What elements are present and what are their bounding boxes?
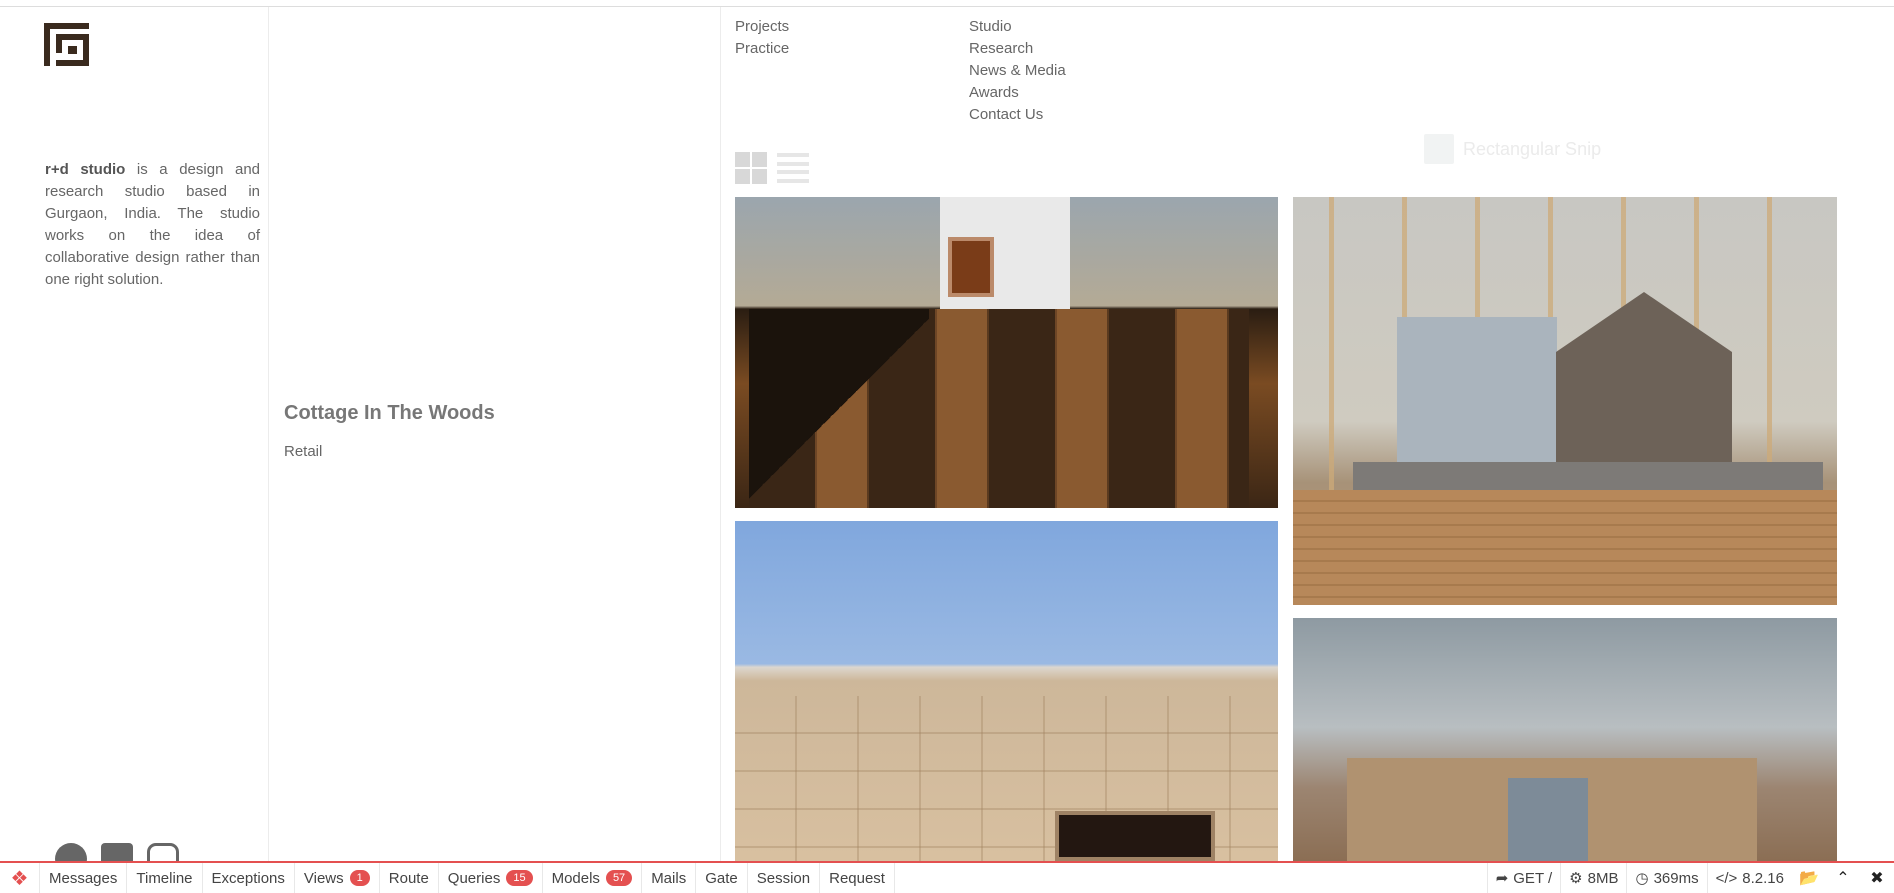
tab-label: Exceptions bbox=[211, 869, 285, 887]
studio-intro: r+d studio is a design and research stud… bbox=[45, 159, 260, 291]
tab-label: Request bbox=[829, 869, 885, 887]
project-image-tile[interactable] bbox=[1293, 618, 1837, 861]
studio-name: r+d studio bbox=[45, 161, 126, 178]
nav-studio[interactable]: Studio bbox=[969, 16, 1066, 38]
project-category: Retail bbox=[284, 443, 323, 460]
tab-label: Models bbox=[551, 869, 600, 887]
duration-text: 369ms bbox=[1653, 869, 1699, 887]
snip-icon bbox=[1424, 134, 1454, 164]
tab-exceptions[interactable]: Exceptions bbox=[203, 863, 295, 893]
nav-contact-us[interactable]: Contact Us bbox=[969, 104, 1066, 126]
nav-projects[interactable]: Projects bbox=[735, 16, 789, 38]
tab-label: Gate bbox=[705, 869, 738, 887]
studio-logo[interactable] bbox=[44, 23, 89, 66]
close-icon[interactable]: ✖ bbox=[1860, 863, 1894, 893]
tab-label: Mails bbox=[651, 869, 687, 887]
chevron-up-icon[interactable]: ⌃ bbox=[1826, 863, 1860, 893]
tab-messages[interactable]: Messages bbox=[40, 863, 128, 893]
tab-label: Session bbox=[756, 869, 811, 887]
list-view-icon[interactable] bbox=[777, 153, 809, 183]
nav-news-media[interactable]: News & Media bbox=[969, 60, 1066, 82]
tab-queries[interactable]: Queries 15 bbox=[439, 863, 543, 893]
request-duration[interactable]: ◷ 369ms bbox=[1626, 863, 1706, 893]
request-method-text: GET / bbox=[1513, 869, 1553, 887]
tab-models[interactable]: Models 57 bbox=[543, 863, 643, 893]
tab-timeline[interactable]: Timeline bbox=[127, 863, 203, 893]
snip-label: Rectangular Snip bbox=[1463, 138, 1602, 159]
tab-label: Timeline bbox=[136, 869, 193, 887]
grid-view-icon[interactable] bbox=[735, 152, 767, 184]
nav-practice[interactable]: Practice bbox=[735, 38, 789, 60]
share-arrow-icon: ➦ bbox=[1495, 870, 1509, 887]
php-version: </> 8.2.16 bbox=[1706, 863, 1792, 893]
debug-bar: ❖ Messages Timeline Exceptions Views 1 Ro… bbox=[0, 861, 1894, 893]
code-icon: </> bbox=[1715, 869, 1738, 887]
folder-open-icon[interactable]: 📂 bbox=[1792, 863, 1826, 893]
debug-bar-stats: ➦ GET / ⚙ 8MB ◷ 369ms </> 8.2.16 📂 ⌃ ✖ bbox=[1486, 863, 1894, 893]
memory-usage[interactable]: ⚙ 8MB bbox=[1560, 863, 1626, 893]
nav-awards[interactable]: Awards bbox=[969, 82, 1066, 104]
secondary-nav: Studio Research News & Media Awards Cont… bbox=[969, 16, 1066, 126]
version-text: 8.2.16 bbox=[1742, 869, 1784, 887]
tab-label: Queries bbox=[447, 869, 501, 887]
count-badge: 57 bbox=[605, 870, 633, 886]
tab-gate[interactable]: Gate bbox=[696, 863, 748, 893]
count-badge: 1 bbox=[349, 870, 370, 886]
project-title[interactable]: Cottage In The Woods bbox=[284, 402, 495, 425]
tab-label: Views bbox=[303, 869, 344, 887]
left-column: r+d studio is a design and research stud… bbox=[0, 7, 269, 875]
tab-route[interactable]: Route bbox=[380, 863, 439, 893]
nav-research[interactable]: Research bbox=[969, 38, 1066, 60]
clock-icon: ◷ bbox=[1635, 870, 1649, 887]
count-badge: 15 bbox=[506, 870, 533, 886]
project-image-tile[interactable] bbox=[735, 521, 1278, 861]
tab-session[interactable]: Session bbox=[748, 863, 821, 893]
tab-label: Messages bbox=[49, 869, 118, 887]
tab-request[interactable]: Request bbox=[820, 863, 895, 893]
project-info-column: Cottage In The Woods Retail bbox=[269, 7, 721, 861]
tab-label: Route bbox=[388, 869, 429, 887]
project-image-tile[interactable] bbox=[735, 197, 1278, 508]
memory-text: 8MB bbox=[1587, 869, 1619, 887]
project-image-tile[interactable] bbox=[1293, 197, 1837, 605]
studio-intro-text: is a design and research studio based in… bbox=[45, 161, 261, 288]
tab-mails[interactable]: Mails bbox=[642, 863, 697, 893]
primary-nav: Projects Practice bbox=[735, 16, 789, 60]
laravel-logo-icon[interactable]: ❖ bbox=[0, 863, 40, 893]
rectangular-snip-overlay: Rectangular Snip bbox=[1424, 134, 1601, 164]
request-method[interactable]: ➦ GET / bbox=[1486, 863, 1560, 893]
tab-views[interactable]: Views 1 bbox=[295, 863, 380, 893]
cogs-icon: ⚙ bbox=[1569, 870, 1583, 887]
